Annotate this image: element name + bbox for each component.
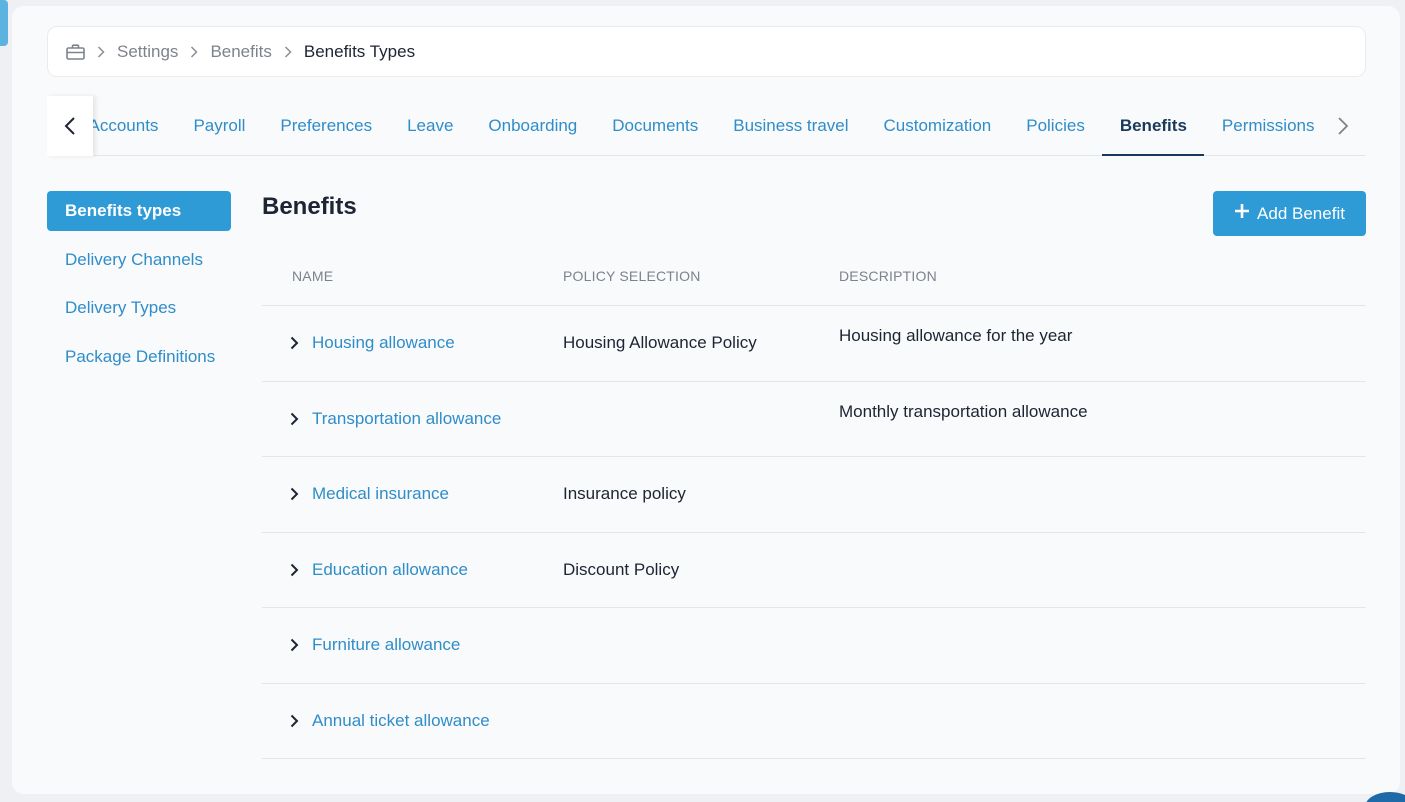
- policy-cell: [563, 382, 839, 457]
- tabs-scroll-left-icon[interactable]: [47, 96, 93, 156]
- policy-cell: Insurance policy: [563, 484, 686, 504]
- description-cell: [839, 684, 1366, 759]
- benefits-table: NAME POLICY SELECTION DESCRIPTION Housin…: [262, 246, 1366, 759]
- settings-tabs: Accounts Payroll Preferences Leave Onboa…: [47, 96, 1366, 156]
- app-edge-tab[interactable]: [0, 0, 8, 46]
- chevron-right-icon[interactable]: [290, 714, 304, 728]
- description-cell: [839, 457, 1366, 532]
- description-cell: Housing allowance for the year: [839, 326, 1073, 345]
- sidenav-item-delivery-channels[interactable]: Delivery Channels: [47, 240, 231, 280]
- chevron-right-icon[interactable]: [290, 412, 304, 426]
- policy-cell: [563, 608, 839, 683]
- tab-preferences[interactable]: Preferences: [263, 96, 390, 156]
- description-cell: [839, 608, 1366, 683]
- policy-cell: Housing Allowance Policy: [563, 333, 757, 353]
- sidenav-item-delivery-types[interactable]: Delivery Types: [47, 288, 231, 328]
- tab-policies[interactable]: Policies: [1009, 96, 1103, 156]
- benefit-name-link[interactable]: Housing allowance: [312, 333, 455, 353]
- tab-leave[interactable]: Leave: [390, 96, 471, 156]
- table-header: NAME POLICY SELECTION DESCRIPTION: [262, 246, 1366, 306]
- tab-onboarding[interactable]: Onboarding: [471, 96, 595, 156]
- table-row[interactable]: Medical insurance Insurance policy: [262, 457, 1366, 533]
- header-name[interactable]: NAME: [262, 268, 563, 284]
- sidenav-item-benefits-types[interactable]: Benefits types: [47, 191, 231, 231]
- plus-icon: [1234, 203, 1250, 224]
- add-benefit-button[interactable]: Add Benefit: [1213, 191, 1366, 236]
- table-row[interactable]: Furniture allowance: [262, 608, 1366, 684]
- table-row[interactable]: Housing allowance Housing Allowance Poli…: [262, 306, 1366, 382]
- breadcrumb-separator-icon: [284, 45, 292, 58]
- tab-accounts[interactable]: Accounts: [93, 96, 176, 156]
- tab-business-travel[interactable]: Business travel: [716, 96, 866, 156]
- tab-benefits[interactable]: Benefits: [1102, 96, 1205, 156]
- settings-panel: Settings Benefits Benefits Types Account…: [12, 6, 1400, 794]
- tab-permissions[interactable]: Permissions: [1204, 96, 1320, 156]
- breadcrumb-current: Benefits Types: [303, 41, 416, 61]
- chevron-right-icon[interactable]: [290, 336, 304, 350]
- tab-customization[interactable]: Customization: [866, 96, 1009, 156]
- chevron-right-icon[interactable]: [290, 563, 304, 577]
- add-benefit-label: Add Benefit: [1257, 203, 1345, 223]
- benefit-name-link[interactable]: Annual ticket allowance: [312, 711, 490, 731]
- breadcrumb-separator-icon: [190, 45, 198, 58]
- breadcrumb: Settings Benefits Benefits Types: [47, 26, 1366, 77]
- benefit-name-link[interactable]: Medical insurance: [312, 484, 449, 504]
- table-row[interactable]: Transportation allowance Monthly transpo…: [262, 382, 1366, 457]
- description-cell: [839, 533, 1366, 608]
- policy-cell: Discount Policy: [563, 559, 680, 579]
- header-description[interactable]: DESCRIPTION: [839, 268, 1366, 284]
- table-row[interactable]: Annual ticket allowance: [262, 684, 1366, 759]
- benefit-name-link[interactable]: Furniture allowance: [312, 635, 460, 655]
- chevron-right-icon[interactable]: [290, 638, 304, 652]
- chevron-right-icon[interactable]: [290, 487, 304, 501]
- tab-documents[interactable]: Documents: [595, 96, 716, 156]
- breadcrumb-settings[interactable]: Settings: [117, 42, 178, 62]
- description-cell: Monthly transportation allowance: [839, 401, 1088, 421]
- breadcrumb-separator-icon: [97, 45, 105, 58]
- breadcrumb-benefits[interactable]: Benefits: [210, 42, 271, 62]
- tab-payroll[interactable]: Payroll: [176, 96, 263, 156]
- page-title: Benefits: [262, 193, 357, 220]
- benefits-sidenav: Benefits types Delivery Channels Deliver…: [47, 191, 231, 385]
- policy-cell: [563, 684, 839, 759]
- briefcase-icon[interactable]: [65, 43, 85, 61]
- tabs-scroll-right-icon[interactable]: [1320, 96, 1366, 156]
- benefit-name-link[interactable]: Education allowance: [312, 560, 468, 580]
- benefit-name-link[interactable]: Transportation allowance: [312, 409, 501, 429]
- header-policy-selection[interactable]: POLICY SELECTION: [563, 268, 839, 284]
- table-row[interactable]: Education allowance Discount Policy: [262, 533, 1366, 608]
- tabs-viewport: Accounts Payroll Preferences Leave Onboa…: [93, 96, 1320, 156]
- sidenav-item-package-definitions[interactable]: Package Definitions: [47, 337, 231, 377]
